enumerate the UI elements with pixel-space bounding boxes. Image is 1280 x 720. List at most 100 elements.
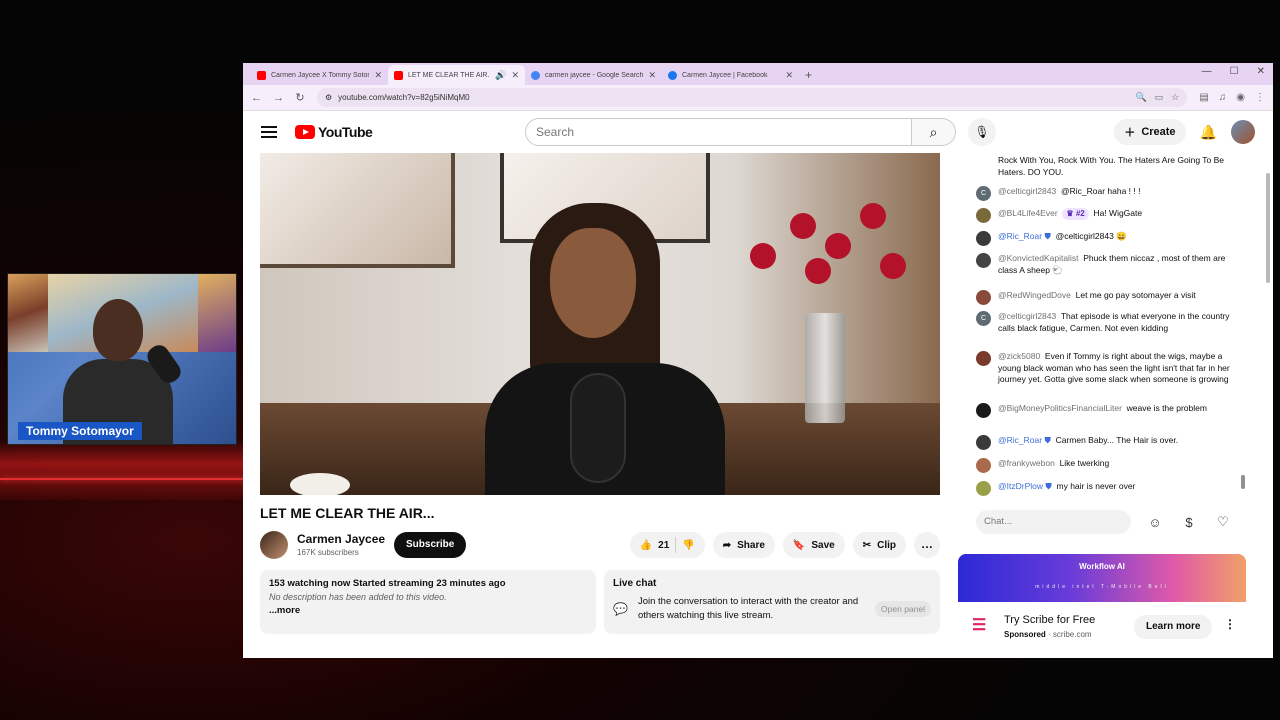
chat-avatar[interactable] [976,403,991,418]
chat-avatar[interactable] [976,435,991,450]
browser-tab-1[interactable]: LET ME CLEAR THE AIR... - 🔊 ✕ [388,65,525,85]
notifications-bell-icon[interactable]: 🔔 [1200,124,1217,141]
close-tab-icon[interactable]: ✕ [511,70,519,81]
channel-name[interactable]: Carmen Jaycee [297,532,385,546]
message-author[interactable]: @Ric_Roar [998,231,1042,241]
bookmark-star-icon[interactable]: ☆ [1171,92,1179,103]
channel-avatar[interactable] [260,531,288,559]
message-author[interactable]: @BigMoneyPoliticsFinancialLiter [998,403,1122,413]
close-tab-icon[interactable]: ✕ [374,70,382,81]
page-scrollbar[interactable] [1265,153,1271,653]
chat-avatar[interactable] [976,253,991,268]
subscribe-button[interactable]: Subscribe [394,532,467,558]
chat-input[interactable]: Chat... [976,510,1131,534]
search-bar: Search ⌕ 🎙 [525,118,996,146]
menu-dots-icon[interactable]: ⋮ [1255,92,1265,103]
open-panel-button[interactable]: Open panel [875,601,931,617]
chat-avatar[interactable] [976,231,991,246]
maximize-icon[interactable]: ☐ [1230,66,1239,77]
message-author[interactable]: @celticgirl2843 [998,186,1056,196]
message-author[interactable]: @celticgirl2843 [998,311,1056,321]
browser-tab-0[interactable]: Carmen Jaycee X Tommy Sotom ✕ [251,65,388,85]
message-text: Ha! WigGate [1093,208,1143,218]
share-label: Share [737,539,765,551]
speaker-icon[interactable]: 🔊 [495,70,506,81]
tab-title: carmen jaycee - Google Search [545,71,644,79]
super-chat-icon[interactable]: $ [1179,515,1199,530]
chat-avatar[interactable] [976,208,991,223]
video-player[interactable] [260,153,940,495]
close-tab-icon[interactable]: ✕ [785,70,793,81]
zoom-icon[interactable]: 🔍 [1136,92,1147,103]
heart-icon[interactable]: ♡ [1213,514,1233,530]
create-label: Create [1141,126,1176,138]
youtube-logo[interactable]: YouTube [295,124,373,140]
sponsored-label: Sponsored [1004,630,1046,639]
back-icon[interactable]: ← [251,92,262,104]
ad-menu-icon[interactable]: ⋮ [1224,617,1236,631]
clip-button[interactable]: ✂ Clip [852,532,906,558]
search-icon[interactable]: ⌕ [912,118,956,146]
chat-message: @RedWingedDove Let me go pay sotomayer a… [976,290,1236,305]
learn-more-button[interactable]: Learn more [1134,615,1213,639]
presenter-name-tag: Tommy Sotomayor [18,422,142,440]
message-author[interactable]: @RedWingedDove [998,290,1071,300]
url-field[interactable]: ⚙ youtube.com/watch?v=82g5iNiMqM0 🔍 ▭ ☆ [317,88,1188,107]
message-author[interactable]: @BL4Life4Ever [998,208,1058,218]
browser-tab-2[interactable]: carmen jaycee - Google Search ✕ [525,65,662,85]
chat-avatar[interactable] [976,290,991,305]
chat-input-row: Chat... ☺ $ ♡ [976,508,1236,536]
message-author[interactable]: @Ric_Roar [998,435,1042,445]
hamburger-menu-icon[interactable] [261,126,277,138]
dislike-icon[interactable]: 👎 [682,540,694,551]
plus-icon: ＋ [1124,127,1136,139]
voice-search-icon[interactable]: 🎙 [968,118,996,146]
chat-message: @frankywebon Like twerking [976,458,1236,473]
message-author[interactable]: @KonvictedKapitalist [998,253,1078,263]
chat-avatar[interactable]: C [976,311,991,326]
moderator-shield-icon: ⛊ [1044,231,1051,241]
bookmark-icon: 🔖 [792,539,806,551]
reload-icon[interactable]: ↻ [295,91,305,104]
message-author[interactable]: @zick5080 [998,351,1040,361]
show-more-link[interactable]: ...more [269,605,587,616]
message-text: @Ric_Roar haha ! ! ! [1060,186,1141,196]
tab-title: Carmen Jaycee X Tommy Sotom [271,71,370,79]
description-box[interactable]: 153 watching now Started streaming 23 mi… [260,570,596,634]
minimize-icon[interactable]: — [1202,66,1212,77]
cast-icon[interactable]: ▭ [1155,92,1164,103]
video-title: LET ME CLEAR THE AIR... [260,505,435,521]
media-icon[interactable]: ♫ [1219,92,1227,103]
more-actions-button[interactable]: … [914,532,940,558]
like-count[interactable]: 21 [658,540,669,551]
search-input[interactable]: Search [525,118,912,146]
moderator-shield-icon: ⛊ [1045,481,1052,491]
chat-avatar[interactable] [976,458,991,473]
emoji-icon[interactable]: ☺ [1145,515,1165,530]
ad-banner[interactable]: Workflow AI middle intel T-Mobile Bell [958,554,1246,602]
profile-icon[interactable]: ◉ [1236,92,1245,103]
close-window-icon[interactable]: ✕ [1257,66,1265,77]
message-author[interactable]: @frankywebon [998,458,1055,468]
extensions-icon[interactable]: ▤ [1199,92,1208,103]
site-info-icon[interactable]: ⚙ [325,93,332,102]
chat-avatar[interactable] [976,481,991,496]
like-icon[interactable]: 👍 [640,540,652,551]
ad-title[interactable]: Try Scribe for Free [1004,614,1095,626]
ad-banner-title: Workflow AI [1079,562,1125,571]
save-button[interactable]: 🔖 Save [782,532,845,558]
share-button[interactable]: ➦ Share [712,532,775,558]
create-button[interactable]: ＋ Create [1114,119,1186,145]
chat-message-list[interactable]: Rock With You, Rock With You. The Haters… [958,153,1238,498]
account-avatar[interactable] [1231,120,1255,144]
chat-message: C @celticgirl2843 @Ric_Roar haha ! ! ! [976,186,1236,201]
chat-avatar[interactable] [976,351,991,366]
browser-window: Carmen Jaycee X Tommy Sotom ✕ LET ME CLE… [243,63,1273,658]
close-tab-icon[interactable]: ✕ [648,70,656,81]
forward-icon[interactable]: → [273,92,284,104]
new-tab-icon[interactable]: + [805,65,812,85]
chat-avatar[interactable]: C [976,186,991,201]
chat-scrollbar[interactable] [1240,153,1246,498]
browser-tab-3[interactable]: Carmen Jaycee | Facebook ✕ [662,65,799,85]
message-author[interactable]: @ItzDrPlow [998,481,1043,491]
